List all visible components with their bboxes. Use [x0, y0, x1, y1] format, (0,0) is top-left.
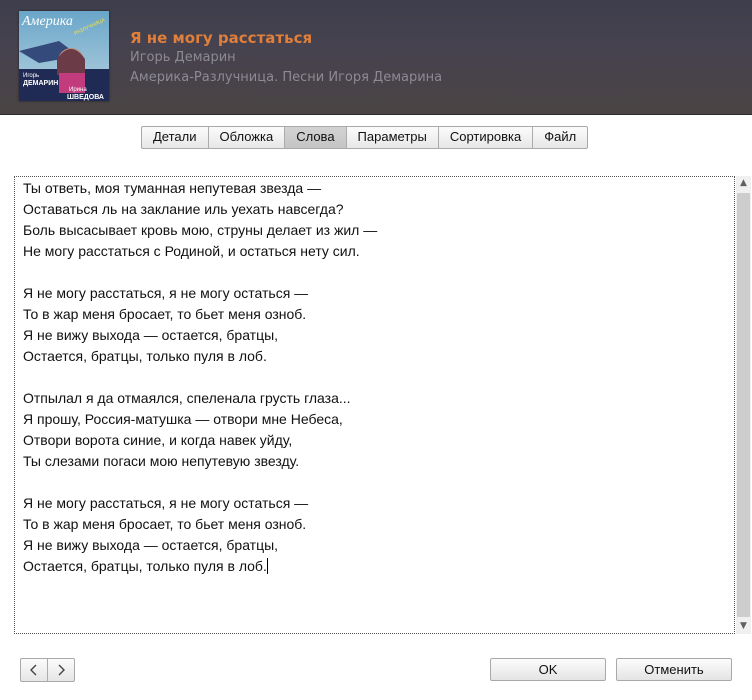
text-caret — [266, 558, 268, 574]
cover-artist2-last: ШВЕДОВА — [67, 94, 104, 101]
scroll-down-icon[interactable]: ▼ — [736, 619, 751, 634]
scroll-up-icon[interactable]: ▲ — [736, 176, 751, 191]
cover-artist1-first: Игорь — [23, 73, 39, 79]
lyrics-line: Ты слезами погаси мою непутевую звезду. — [23, 453, 300, 469]
song-title: Я не могу расстаться — [130, 29, 313, 47]
lyrics-line: Я не вижу выхода — остается, братцы, — [23, 537, 279, 553]
lyrics-blank-line — [23, 262, 723, 283]
lyrics-line: Боль высасывает кровь мою, струны делает… — [23, 222, 378, 238]
tab-file[interactable]: Файл — [533, 127, 587, 148]
lyrics-editor[interactable]: Ты ответь, моя туманная непутевая звезда… — [14, 176, 735, 634]
tab-lyrics[interactable]: Слова — [285, 127, 347, 148]
lyrics-scrollbar[interactable]: ▲ ▼ — [736, 176, 751, 634]
tab-sorting[interactable]: Сортировка — [439, 127, 534, 148]
next-track-button[interactable] — [47, 659, 74, 681]
lyrics-line: То в жар меня бросает, то бьет меня озно… — [23, 306, 307, 322]
lyrics-line: Я не могу расстаться, я не могу остаться… — [23, 495, 309, 511]
lyrics-text[interactable]: Ты ответь, моя туманная непутевая звезда… — [23, 178, 723, 577]
chevron-left-icon — [30, 664, 37, 676]
previous-track-button[interactable] — [21, 659, 47, 681]
lyrics-line: Я не вижу выхода — остается, братцы, — [23, 327, 279, 343]
album-name: Америка-Разлучница. Песни Игоря Демарина — [130, 70, 443, 85]
lyrics-line: Отвори ворота синие, и когда навек уйду, — [23, 432, 293, 448]
lyrics-line: Отпылал я да отмаялся, спеленала грусть … — [23, 390, 351, 406]
tab-details[interactable]: Детали — [142, 127, 209, 148]
lyrics-line: Я прошу, Россия-матушка — отвори мне Неб… — [23, 411, 343, 427]
ok-button[interactable]: OK — [490, 658, 606, 681]
tab-options[interactable]: Параметры — [347, 127, 439, 148]
lyrics-line: Ты ответь, моя туманная непутевая звезда… — [23, 180, 322, 196]
lyrics-line: Остается, братцы, только пуля в лоб. — [23, 348, 267, 364]
lyrics-line: Я не могу расстаться, я не могу остаться… — [23, 285, 309, 301]
lyrics-blank-line — [23, 472, 723, 493]
lyrics-line: Остается, братцы, только пуля в лоб. — [23, 558, 268, 574]
track-navigation — [20, 658, 75, 682]
lyrics-blank-line — [23, 367, 723, 388]
tab-bar: Детали Обложка Слова Параметры Сортировк… — [141, 126, 589, 149]
cancel-button[interactable]: Отменить — [616, 658, 732, 681]
track-header: Америка РАЗЛУЧНИЦА Игорь ДЕМАРИН Ирина Ш… — [0, 0, 752, 115]
artist-name: Игорь Демарин — [130, 50, 236, 65]
lyrics-line: Оставаться ль на заклание иль уехать нав… — [23, 201, 344, 217]
chevron-right-icon — [58, 664, 65, 676]
cover-artist2-first: Ирина — [69, 87, 87, 93]
lyrics-line: То в жар меня бросает, то бьет меня озно… — [23, 516, 307, 532]
scroll-thumb[interactable] — [737, 193, 750, 617]
cover-title-text: Америка — [21, 14, 73, 29]
tab-cover[interactable]: Обложка — [209, 127, 286, 148]
album-cover: Америка РАЗЛУЧНИЦА Игорь ДЕМАРИН Ирина Ш… — [19, 11, 109, 101]
lyrics-line: Не могу расстаться с Родиной, и остаться… — [23, 243, 360, 259]
cover-artist1-last: ДЕМАРИН — [23, 80, 58, 87]
